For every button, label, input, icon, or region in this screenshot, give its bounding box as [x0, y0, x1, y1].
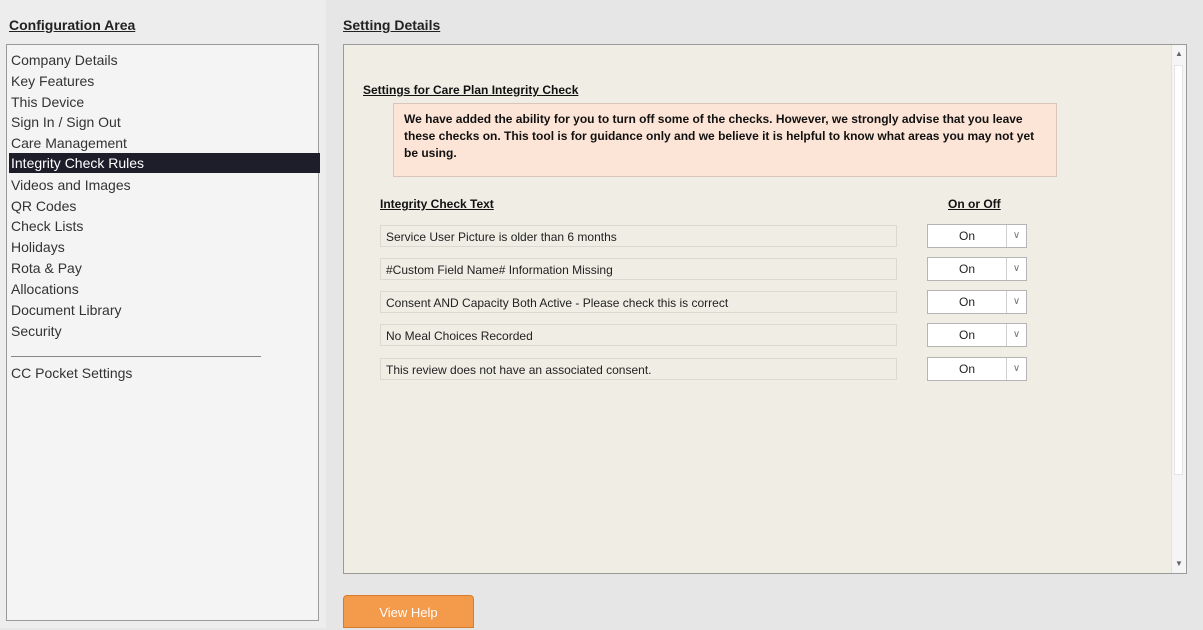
- rule-toggle-select-meal-choices[interactable]: On ∨: [927, 323, 1027, 347]
- nav-item-company-details[interactable]: Company Details: [11, 50, 316, 70]
- nav-item-rota-and-pay[interactable]: Rota & Pay: [11, 258, 316, 278]
- rule-toggle-select-custom-field[interactable]: On ∨: [927, 257, 1027, 281]
- rule-text-consent-capacity: Consent AND Capacity Both Active - Pleas…: [380, 291, 897, 313]
- view-help-button[interactable]: View Help: [343, 595, 474, 628]
- rule-toggle-value: On: [958, 262, 975, 276]
- scroll-down-arrow-icon[interactable]: ▼: [1172, 557, 1186, 571]
- nav-item-holidays[interactable]: Holidays: [11, 237, 316, 257]
- scroll-up-arrow-icon[interactable]: ▲: [1172, 47, 1186, 61]
- advice-notice: We have added the ability for you to tur…: [393, 103, 1057, 177]
- nav-item-care-management[interactable]: Care Management: [11, 133, 316, 153]
- nav-item-videos-and-images[interactable]: Videos and Images: [11, 175, 316, 195]
- nav-item-document-library[interactable]: Document Library: [11, 300, 316, 320]
- chevron-down-icon[interactable]: ∨: [1006, 324, 1026, 346]
- rule-toggle-select-consent-capacity[interactable]: On ∨: [927, 290, 1027, 314]
- chevron-down-icon[interactable]: ∨: [1006, 291, 1026, 313]
- scrollbar-thumb[interactable]: [1174, 65, 1183, 475]
- rule-text-picture-age: Service User Picture is older than 6 mon…: [380, 225, 897, 247]
- column-header-integrity-check-text: Integrity Check Text: [380, 197, 494, 211]
- column-header-on-or-off: On or Off: [948, 197, 1001, 211]
- configuration-area-panel: Configuration Area Company Details Key F…: [0, 0, 326, 628]
- rule-text-review-consent: This review does not have an associated …: [380, 358, 897, 380]
- configuration-nav-list: Company Details Key Features This Device…: [6, 44, 320, 621]
- rule-toggle-select-review-consent[interactable]: On ∨: [927, 357, 1027, 381]
- setting-details-content: Settings for Care Plan Integrity Check W…: [343, 44, 1187, 574]
- nav-item-sign-in-sign-out[interactable]: Sign In / Sign Out: [11, 112, 316, 132]
- rule-toggle-select-picture-age[interactable]: On ∨: [927, 224, 1027, 248]
- rule-text-meal-choices: No Meal Choices Recorded: [380, 324, 897, 346]
- setting-details-panel: Setting Details Settings for Care Plan I…: [326, 0, 1203, 628]
- nav-item-qr-codes[interactable]: QR Codes: [11, 196, 316, 216]
- nav-item-allocations[interactable]: Allocations: [11, 279, 316, 299]
- setting-details-title: Setting Details: [343, 17, 441, 33]
- configuration-area-title: Configuration Area: [9, 17, 136, 33]
- section-title: Settings for Care Plan Integrity Check: [363, 83, 579, 97]
- nav-item-check-lists[interactable]: Check Lists: [11, 216, 316, 236]
- chevron-down-icon[interactable]: ∨: [1006, 225, 1026, 247]
- rule-toggle-value: On: [958, 362, 975, 376]
- nav-item-cc-pocket-settings[interactable]: CC Pocket Settings: [11, 363, 316, 383]
- rule-toggle-value: On: [958, 295, 975, 309]
- rule-toggle-value: On: [958, 229, 975, 243]
- nav-item-key-features[interactable]: Key Features: [11, 71, 316, 91]
- nav-item-security[interactable]: Security: [11, 321, 316, 341]
- chevron-down-icon[interactable]: ∨: [1006, 358, 1026, 380]
- nav-item-integrity-check-rules[interactable]: Integrity Check Rules: [9, 153, 320, 173]
- rule-toggle-value: On: [958, 328, 975, 342]
- nav-divider: [11, 356, 261, 357]
- rule-text-custom-field: #Custom Field Name# Information Missing: [380, 258, 897, 280]
- vertical-scrollbar[interactable]: ▲ ▼: [1171, 45, 1186, 573]
- nav-item-this-device[interactable]: This Device: [11, 92, 316, 112]
- chevron-down-icon[interactable]: ∨: [1006, 258, 1026, 280]
